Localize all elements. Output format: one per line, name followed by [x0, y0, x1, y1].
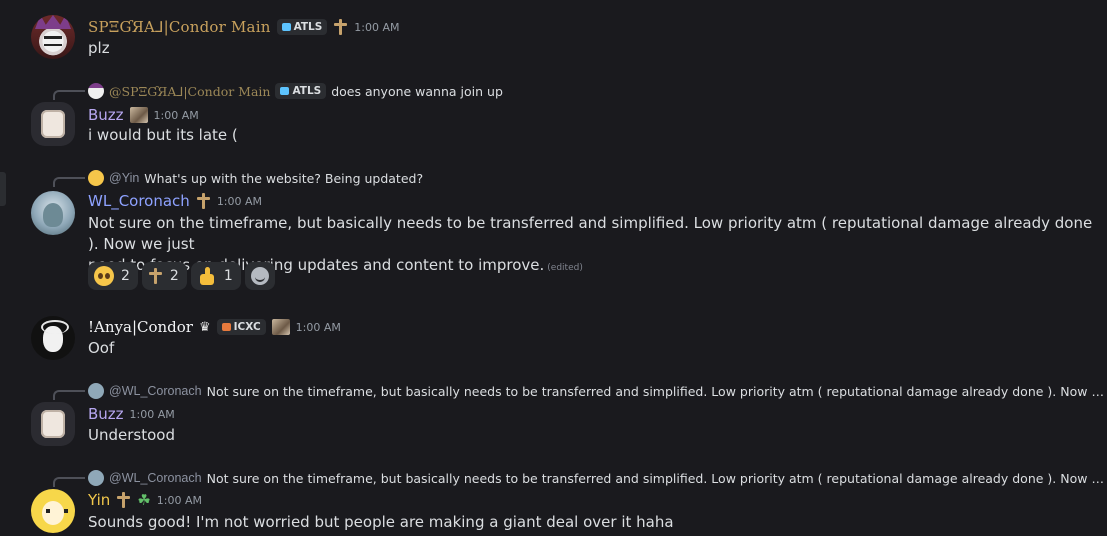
server-tag: ATLS: [275, 83, 327, 99]
author-name[interactable]: SPΞƓЯA⅃|Condor Main: [88, 18, 271, 36]
badge-icon: [129, 107, 148, 123]
timestamp: 1:00 AM: [354, 20, 400, 34]
sword-role-icon: [116, 491, 131, 509]
timestamp: 1:00 AM: [156, 493, 202, 507]
avatar[interactable]: [31, 102, 75, 146]
message-header: SPΞƓЯA⅃|Condor Main ATLS 1:00 AM: [88, 17, 400, 37]
reply-preview[interactable]: @Yin What's up with the website? Being u…: [88, 169, 423, 187]
message-header: Buzz 1:00 AM: [88, 404, 175, 424]
message-header: !Anya|Condor ♛ ICXC 1:00 AM: [88, 317, 341, 337]
author-name[interactable]: WL_Coronach: [88, 192, 190, 210]
reactions-bar: 2 2 1: [88, 262, 275, 290]
reply-avatar: [88, 383, 104, 399]
tag-icon: [221, 323, 231, 331]
reply-author[interactable]: @SPΞƓЯA⅃|Condor Main: [109, 84, 270, 99]
edited-label: (edited): [547, 263, 583, 273]
timestamp: 1:00 AM: [295, 320, 341, 334]
message: SPΞƓЯA⅃|Condor Main ATLS 1:00 AM plz: [0, 0, 1107, 70]
reaction-thumbs-up[interactable]: 1: [190, 262, 241, 290]
message-header: Yin ☘ 1:00 AM: [88, 490, 202, 510]
author-name[interactable]: !Anya|Condor: [88, 318, 193, 336]
reply-avatar: [88, 83, 104, 99]
message: @WL_Coronach Not sure on the timeframe, …: [0, 378, 1107, 458]
avatar[interactable]: [31, 402, 75, 446]
server-tag[interactable]: ATLS: [276, 19, 328, 35]
message-content: Oof: [88, 339, 115, 357]
reply-author[interactable]: @WL_Coronach: [109, 471, 202, 485]
server-tag-label: ICXC: [233, 321, 261, 333]
server-tag[interactable]: ICXC: [216, 319, 266, 335]
reply-preview[interactable]: @SPΞƓЯA⅃|Condor Main ATLS does anyone wa…: [88, 82, 503, 100]
reply-text: Not sure on the timeframe, but basically…: [206, 383, 1107, 399]
message-content: Understood: [88, 426, 175, 444]
sword-emblem-icon: [148, 267, 163, 285]
message: @SPΞƓЯA⅃|Condor Main ATLS does anyone wa…: [0, 78, 1107, 158]
message-content: plz: [88, 39, 110, 57]
avatar[interactable]: [31, 489, 75, 533]
add-reaction-icon: [250, 267, 269, 285]
reaction-sword[interactable]: 2: [141, 262, 187, 290]
avatar[interactable]: [31, 15, 75, 59]
message-line: Not sure on the timeframe, but basically…: [88, 214, 1093, 253]
reaction-count: 2: [169, 268, 179, 284]
message-content: Sounds good! I'm not worried but people …: [88, 513, 674, 531]
reply-text: What's up with the website? Being update…: [144, 170, 424, 186]
timestamp: 1:00 AM: [216, 194, 263, 208]
message-header: WL_Coronach 1:00 AM: [88, 191, 262, 211]
author-name[interactable]: Buzz: [88, 405, 124, 423]
message: !Anya|Condor ♛ ICXC 1:00 AM Oof: [0, 310, 1107, 370]
sword-role-icon: [333, 18, 348, 36]
avatar[interactable]: [31, 191, 75, 235]
reply-spine: [53, 177, 85, 187]
reaction-count: 2: [121, 268, 130, 284]
timestamp: 1:00 AM: [129, 407, 175, 421]
author-name[interactable]: Yin: [88, 491, 110, 509]
reply-text: does anyone wanna join up: [331, 83, 503, 99]
crown-icon: ♛: [198, 319, 211, 335]
message: @WL_Coronach Not sure on the timeframe, …: [0, 465, 1107, 536]
sword-role-icon: [196, 192, 211, 210]
reaction-pleading[interactable]: 2: [88, 262, 138, 290]
reply-spine: [53, 390, 85, 400]
reply-avatar: [88, 170, 104, 186]
reply-text: Not sure on the timeframe, but basically…: [206, 470, 1107, 486]
reply-author[interactable]: @Yin: [109, 171, 139, 185]
clover-icon: ☘: [137, 491, 151, 509]
badge-icon: [271, 319, 290, 335]
thumbs-up-icon: [197, 266, 217, 286]
timestamp: 1:00 AM: [153, 108, 199, 122]
reply-spine: [53, 90, 85, 100]
reply-avatar: [88, 470, 104, 486]
reply-spine: [53, 477, 85, 487]
heart-icon: [280, 87, 290, 95]
message-content: i would but its late (: [88, 126, 238, 144]
avatar[interactable]: [31, 316, 75, 360]
server-tag-label: ATLS: [293, 21, 323, 33]
reply-preview[interactable]: @WL_Coronach Not sure on the timeframe, …: [88, 382, 1107, 400]
message-header: Buzz 1:00 AM: [88, 105, 199, 125]
reply-author[interactable]: @WL_Coronach: [109, 384, 202, 398]
reaction-count: 1: [223, 268, 233, 284]
reply-preview[interactable]: @WL_Coronach Not sure on the timeframe, …: [88, 469, 1107, 487]
server-tag-label: ATLS: [292, 85, 322, 97]
author-name[interactable]: Buzz: [88, 106, 124, 124]
pleading-face-icon: [94, 266, 114, 286]
heart-icon: [281, 23, 291, 31]
add-reaction-button[interactable]: [244, 262, 275, 290]
